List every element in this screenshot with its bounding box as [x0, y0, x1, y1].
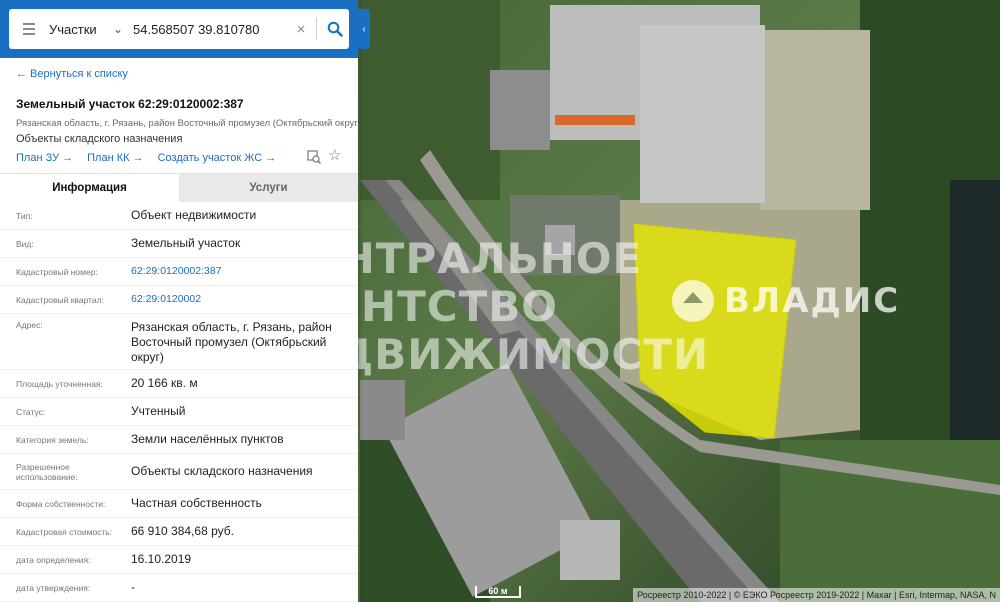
- property-row: Кадастровая стоимость: 66 910 384,68 руб…: [0, 518, 358, 546]
- property-value: Объекты складского назначения: [131, 464, 313, 478]
- parcel-title: Земельный участок 62:29:0120002:387: [16, 97, 244, 111]
- map-attribution: Росреестр 2010-2022 | © ЕЭКО Росреестр 2…: [633, 588, 1000, 602]
- brand-watermark: ВЛАДИС: [672, 280, 900, 322]
- parcel-address: Рязанская область, г. Рязань, район Вост…: [16, 118, 358, 129]
- property-label: Площадь уточненная:: [16, 378, 103, 389]
- parcel-purpose: Объекты складского назначения: [16, 133, 183, 145]
- property-value: -: [131, 580, 135, 594]
- property-value: Учтенный: [131, 404, 186, 418]
- property-row: Адрес: Рязанская область, г. Рязань, рай…: [0, 314, 358, 370]
- property-label: дата определения:: [16, 554, 91, 565]
- plan-zu-link[interactable]: План ЗУ →: [16, 152, 73, 164]
- cadastral-number-link[interactable]: 62:29:0120002:387: [131, 264, 358, 279]
- favorite-star-icon[interactable]: ☆: [328, 148, 341, 164]
- property-label: Кадастровый квартал:: [16, 294, 104, 305]
- property-label: Адрес:: [16, 320, 43, 330]
- properties-table: Тип: Объект недвижимости Вид: Земельный …: [0, 202, 358, 602]
- property-row: Разрешенное использование: Объекты склад…: [0, 454, 358, 490]
- search-bar: Участки ⌄ ×: [0, 0, 358, 58]
- show-on-map-icon[interactable]: [307, 150, 321, 164]
- tab-services[interactable]: Услуги: [179, 174, 358, 202]
- property-row: Категория земель: Земли населённых пункт…: [0, 426, 358, 454]
- property-label: Разрешенное использование:: [16, 461, 78, 482]
- property-row: Статус: Учтенный: [0, 398, 358, 426]
- tab-information[interactable]: Информация: [0, 174, 179, 202]
- property-row: дата утверждения: -: [0, 574, 358, 602]
- property-value: 16.10.2019: [131, 552, 192, 566]
- action-links: План ЗУ → План КК → Создать участок ЖС →: [16, 152, 276, 164]
- create-parcel-link[interactable]: Создать участок ЖС →: [158, 152, 277, 164]
- info-panel: Участки ⌄ × ← Вернуться к списку Земельн…: [0, 0, 358, 602]
- chevron-down-icon[interactable]: ⌄: [109, 22, 127, 36]
- property-label: Статус:: [16, 406, 46, 417]
- property-value: Рязанская область, г. Рязань, район Вост…: [131, 320, 332, 364]
- property-value: Объект недвижимости: [131, 208, 257, 222]
- property-label: Кадастровый номер:: [16, 266, 98, 277]
- property-value: 20 166 кв. м: [131, 376, 198, 390]
- property-row: Форма собственности: Частная собственнос…: [0, 490, 358, 518]
- brand-name: ВЛАДИС: [724, 281, 901, 321]
- property-label: Тип:: [16, 210, 33, 221]
- back-to-list-link[interactable]: ← Вернуться к списку: [16, 68, 128, 80]
- property-label: Категория земель:: [16, 434, 89, 445]
- property-label: Форма собственности:: [16, 498, 106, 509]
- property-row: Вид: Земельный участок: [0, 230, 358, 258]
- property-value: Частная собственность: [131, 496, 262, 510]
- search-input[interactable]: [133, 21, 290, 37]
- property-value: 66 910 384,68 руб.: [131, 524, 234, 538]
- clear-icon[interactable]: ×: [290, 21, 312, 38]
- property-row: Тип: Объект недвижимости: [0, 202, 358, 230]
- plan-kk-link[interactable]: План КК →: [87, 152, 143, 164]
- property-label: дата утверждения:: [16, 582, 91, 593]
- collapse-panel-button[interactable]: ‹: [358, 9, 370, 49]
- cadastral-quarter-link[interactable]: 62:29:0120002: [131, 292, 358, 307]
- property-label: Вид:: [16, 238, 34, 249]
- search-icon[interactable]: [321, 9, 349, 49]
- property-row: Кадастровый номер: 62:29:0120002:387: [0, 258, 358, 286]
- panel-tabs: Информация Услуги: [0, 173, 358, 202]
- divider: [316, 18, 317, 40]
- hamburger-menu-icon[interactable]: [9, 9, 49, 49]
- property-label: Кадастровая стоимость:: [16, 526, 113, 537]
- property-row: дата определения: 16.10.2019: [0, 546, 358, 574]
- search-box: Участки ⌄ ×: [9, 9, 349, 49]
- property-value: Земли населённых пунктов: [131, 432, 284, 446]
- scale-bar: 60 м: [475, 586, 521, 598]
- brand-logo-icon: [672, 280, 714, 322]
- search-type-select[interactable]: Участки: [49, 22, 109, 37]
- property-value: Земельный участок: [131, 236, 241, 250]
- property-row: Площадь уточненная: 20 166 кв. м: [0, 370, 358, 398]
- property-row: Кадастровый квартал: 62:29:0120002: [0, 286, 358, 314]
